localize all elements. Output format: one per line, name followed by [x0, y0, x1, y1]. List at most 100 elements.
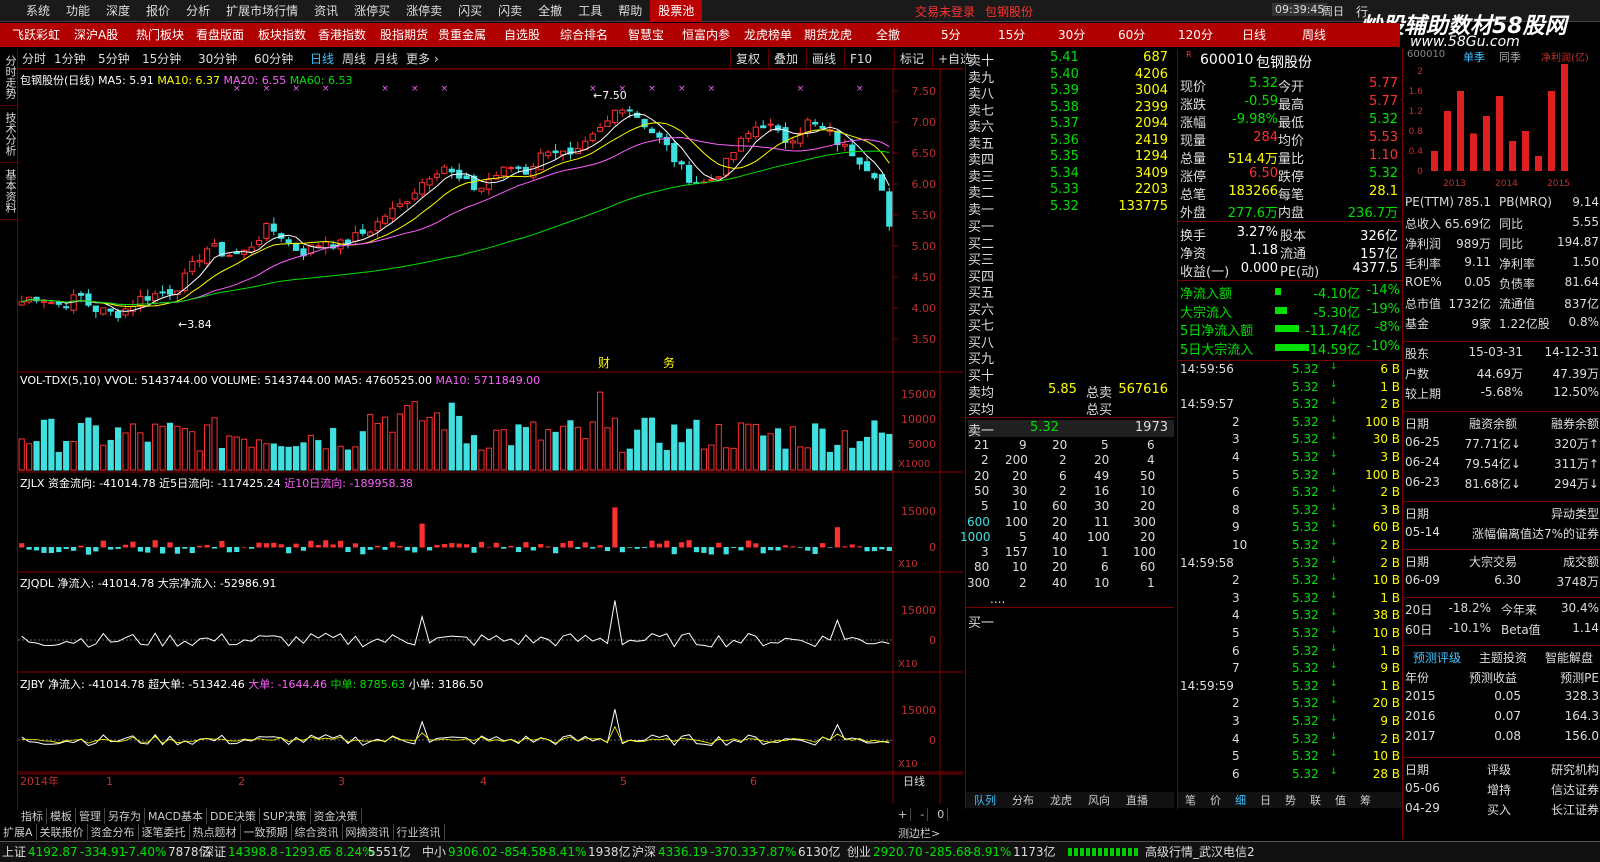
- menu-item[interactable]: 涨停卖: [398, 0, 450, 22]
- forecast-tab[interactable]: 预测评级: [1413, 649, 1461, 666]
- period-tab[interactable]: 月线: [374, 49, 398, 69]
- buy-level[interactable]: 买一: [968, 216, 1174, 235]
- orderbook-tab[interactable]: 直播: [1118, 792, 1156, 808]
- info-tab[interactable]: 扩展A: [0, 824, 37, 840]
- sell-level[interactable]: 卖一 5.32 133775: [968, 199, 1174, 218]
- indicator-tab[interactable]: 另存为: [105, 808, 145, 824]
- quote-tab[interactable]: 价: [1203, 792, 1228, 808]
- orderbook-tab[interactable]: 风向: [1080, 792, 1118, 808]
- orderbook-tab[interactable]: 队列: [966, 792, 1004, 808]
- quick-item[interactable]: 板块指数: [258, 23, 306, 47]
- indicator-tab[interactable]: MACD基本: [145, 808, 207, 824]
- more-chevron-icon[interactable]: ›: [434, 49, 439, 69]
- quote-tab[interactable]: 筹: [1353, 792, 1378, 808]
- buy-level[interactable]: 买七: [968, 315, 1174, 334]
- info-tab[interactable]: 行业资讯: [394, 824, 445, 840]
- quick-item[interactable]: 飞跃彩虹: [12, 23, 60, 47]
- stock-name[interactable]: 包钢股份: [1256, 52, 1312, 72]
- info-tab[interactable]: 一致预期: [241, 824, 292, 840]
- orderbook-tab[interactable]: 龙虎: [1042, 792, 1080, 808]
- quick-item[interactable]: 120分: [1178, 23, 1213, 47]
- forecast-tab[interactable]: 智能解盘: [1545, 649, 1593, 666]
- quick-item[interactable]: 股指期货: [380, 23, 428, 47]
- buy-level[interactable]: 买六: [968, 299, 1174, 318]
- indicator-tab[interactable]: 指标: [18, 808, 47, 824]
- quick-item[interactable]: 30分: [1058, 23, 1085, 47]
- buy-level[interactable]: 买三: [968, 249, 1174, 268]
- buy-level[interactable]: 买五: [968, 282, 1174, 301]
- index-name[interactable]: 中小: [422, 842, 446, 862]
- quote-tab[interactable]: 日: [1253, 792, 1278, 808]
- quick-item[interactable]: 60分: [1118, 23, 1145, 47]
- buy-level[interactable]: 买二: [968, 233, 1174, 252]
- quote-tab[interactable]: 笔: [1178, 792, 1203, 808]
- quote-tab[interactable]: 细: [1228, 792, 1253, 808]
- menu-item[interactable]: 工具: [570, 0, 610, 22]
- quote-tab[interactable]: 势: [1278, 792, 1303, 808]
- menu-item[interactable]: 功能: [58, 0, 98, 22]
- toolbar-action[interactable]: 画线: [806, 49, 836, 69]
- toolbar-action[interactable]: F10: [844, 49, 872, 69]
- menu-item[interactable]: 闪买: [450, 0, 490, 22]
- index-name[interactable]: 上证: [2, 842, 26, 862]
- quick-item[interactable]: 15分: [998, 23, 1025, 47]
- sell-level[interactable]: 卖七 5.38 2399: [968, 100, 1174, 119]
- menu-item[interactable]: 深度: [98, 0, 138, 22]
- period-tab[interactable]: 60分钟: [254, 49, 293, 69]
- menu-item[interactable]: 扩展市场行情: [218, 0, 306, 22]
- forecast-tab[interactable]: 主题投资: [1479, 649, 1527, 666]
- indicator-tab[interactable]: DDE决策: [207, 808, 260, 824]
- zoom-button[interactable]: +: [895, 808, 912, 821]
- buy-level[interactable]: 买八: [968, 332, 1174, 351]
- period-tab[interactable]: 日线: [310, 49, 334, 69]
- zoom-button[interactable]: 0: [934, 808, 949, 821]
- quick-item[interactable]: 周线: [1302, 23, 1326, 47]
- quick-item[interactable]: 龙虎榜单: [744, 23, 792, 47]
- menu-item[interactable]: 资讯: [306, 0, 346, 22]
- sell-level[interactable]: 卖九 5.40 4206: [968, 67, 1174, 86]
- sell-level[interactable]: 卖十 5.41 687: [968, 50, 1174, 69]
- index-name[interactable]: 创业: [847, 842, 871, 862]
- sell-level[interactable]: 卖六 5.37 2094: [968, 116, 1174, 135]
- side-tab[interactable]: 分时走势: [0, 49, 20, 106]
- indicator-tab[interactable]: SUP决策: [260, 808, 311, 824]
- sell-level[interactable]: 卖八 5.39 3004: [968, 83, 1174, 102]
- quick-item[interactable]: 贵重金属: [438, 23, 486, 47]
- period-tab[interactable]: 5分钟: [98, 49, 130, 69]
- period-tab[interactable]: 更多: [406, 49, 430, 69]
- info-tab[interactable]: 网摘资讯: [343, 824, 394, 840]
- side-tab[interactable]: 技术分析: [0, 106, 20, 163]
- period-tab[interactable]: 周线: [342, 49, 366, 69]
- quick-item[interactable]: 期货龙虎: [804, 23, 852, 47]
- server-name[interactable]: 高级行情_武汉电信2: [1145, 842, 1255, 862]
- buy-level[interactable]: 买九: [968, 348, 1174, 367]
- period-tab[interactable]: 分时: [22, 49, 46, 69]
- indicator-tab[interactable]: 资金决策: [311, 808, 362, 824]
- quick-item[interactable]: 看盘版面: [196, 23, 244, 47]
- menu-item[interactable]: 报价: [138, 0, 178, 22]
- f10-tab-quarter[interactable]: 单季: [1463, 49, 1485, 65]
- sell-level[interactable]: 卖二 5.33 2203: [968, 182, 1174, 201]
- index-name[interactable]: 沪深: [632, 842, 656, 862]
- orderbook-tab[interactable]: 分布: [1004, 792, 1042, 808]
- buy-level[interactable]: 买四: [968, 266, 1174, 285]
- quick-item[interactable]: 日线: [1242, 23, 1266, 47]
- toolbar-action[interactable]: 复权: [730, 49, 760, 69]
- side-tab[interactable]: 基本资料: [0, 163, 20, 220]
- quick-item[interactable]: 恒富内参: [682, 23, 730, 47]
- f10-tab-yoy[interactable]: 同季: [1499, 49, 1521, 65]
- indicator-tab[interactable]: 管理: [76, 808, 105, 824]
- menu-item[interactable]: 分析: [178, 0, 218, 22]
- sidebar-toggle[interactable]: 测边栏>: [895, 825, 943, 841]
- toolbar-action[interactable]: 标记: [894, 49, 924, 69]
- period-tab[interactable]: 15分钟: [142, 49, 181, 69]
- quick-item[interactable]: 智慧宝: [628, 23, 664, 47]
- sell-level[interactable]: 卖三 5.34 3409: [968, 166, 1174, 185]
- sell-level[interactable]: 卖四 5.35 1294: [968, 149, 1174, 168]
- menu-item[interactable]: 闪卖: [490, 0, 530, 22]
- menu-item[interactable]: 涨停买: [346, 0, 398, 22]
- quote-tab[interactable]: 值: [1328, 792, 1353, 808]
- info-tab[interactable]: 逐笔委托: [139, 824, 190, 840]
- info-tab[interactable]: 关联报价: [37, 824, 88, 840]
- info-tab[interactable]: 综合资讯: [292, 824, 343, 840]
